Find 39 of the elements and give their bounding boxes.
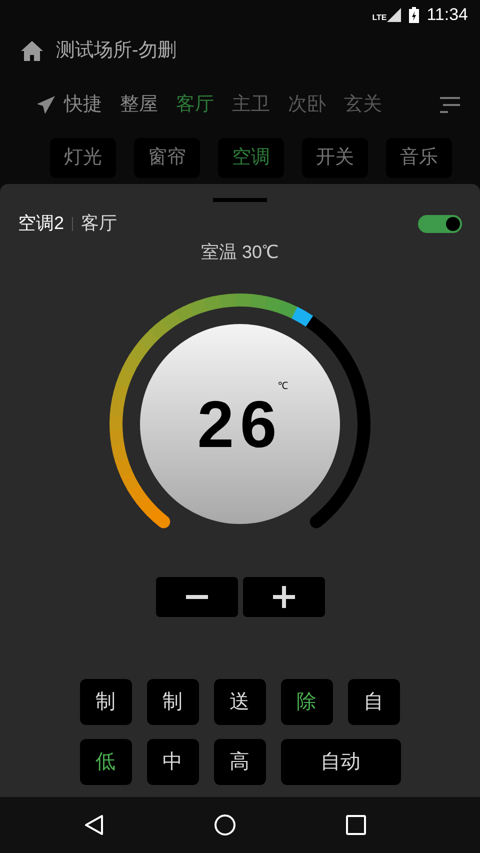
mode-button[interactable]: 低: [80, 739, 132, 785]
room-tab[interactable]: 快捷: [64, 90, 102, 120]
clock: 11:34: [426, 4, 468, 26]
network-label: LTE: [372, 14, 387, 22]
room-tab[interactable]: 整屋: [120, 90, 158, 120]
category-tab[interactable]: 灯光: [50, 138, 116, 178]
recents-icon[interactable]: [346, 815, 366, 835]
power-toggle[interactable]: [418, 214, 462, 232]
mode-button[interactable]: 制: [146, 679, 198, 725]
category-tab[interactable]: 音乐: [386, 138, 452, 178]
paper-plane-icon: [36, 95, 56, 115]
decrease-button[interactable]: [156, 577, 238, 617]
mode-button[interactable]: 中: [146, 739, 198, 785]
mode-button[interactable]: 高: [214, 739, 266, 785]
mode-button[interactable]: 制: [80, 679, 132, 725]
mode-button[interactable]: 自: [348, 679, 400, 725]
menu-icon: [440, 96, 460, 114]
plus-icon: [272, 586, 294, 608]
mode-button[interactable]: 自动: [280, 739, 400, 785]
signal-icon: [386, 8, 401, 22]
unit-label: ℃: [278, 380, 288, 394]
category-tab[interactable]: 开关: [302, 138, 368, 178]
minus-icon: [186, 595, 208, 599]
category-tab[interactable]: 空调: [218, 138, 284, 178]
device-name: 空调2: [18, 212, 64, 235]
increase-button[interactable]: [242, 577, 324, 617]
battery-icon: [408, 7, 419, 23]
device-room: 客厅: [81, 212, 118, 235]
category-tab[interactable]: 窗帘: [134, 138, 200, 178]
back-icon[interactable]: [84, 814, 104, 836]
room-temperature: 室温 30℃: [200, 241, 280, 264]
mode-button[interactable]: 除: [280, 679, 332, 725]
mode-button[interactable]: 送: [214, 679, 266, 725]
dial-knob[interactable]: [140, 324, 340, 524]
home-icon: [20, 40, 44, 62]
setpoint-temperature: 26: [197, 391, 283, 457]
place-title: 测试场所-勿删: [56, 38, 176, 63]
home-button-icon[interactable]: [214, 814, 236, 836]
room-tab[interactable]: 客厅: [176, 90, 214, 120]
